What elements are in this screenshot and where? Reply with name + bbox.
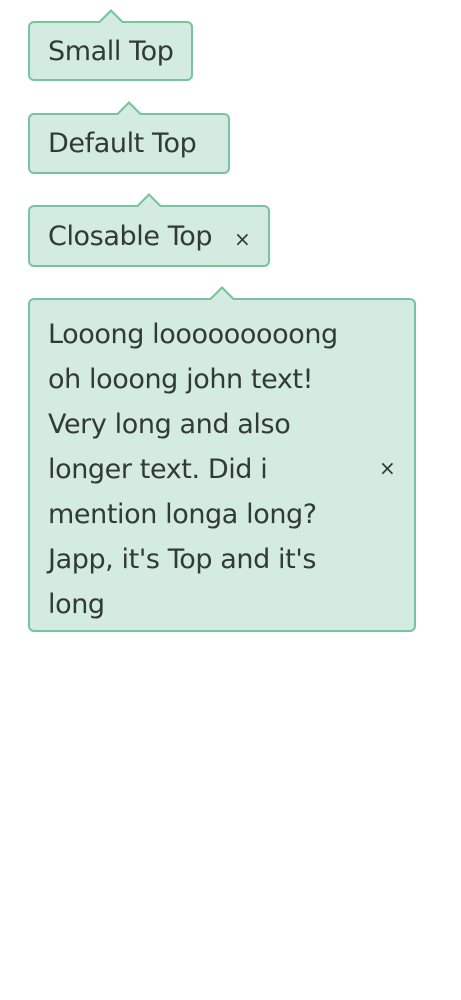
long-top-tooltip: Looong looooooooong oh looong john text!…: [28, 286, 416, 632]
closable-top-tooltip: Closable Top ×: [28, 193, 270, 267]
tooltip-text: Looong looooooooong oh looong john text!…: [48, 319, 338, 620]
tooltip-arrow: [97, 9, 125, 24]
tooltip-arrow: [208, 286, 236, 301]
default-top-tooltip: Default Top: [28, 101, 230, 174]
tooltip-text: Default Top: [48, 128, 197, 159]
tooltip-arrow: [135, 193, 163, 208]
tooltip-arrow: [115, 101, 143, 116]
small-top-tooltip: Small Top: [28, 9, 193, 81]
close-icon[interactable]: ×: [379, 458, 396, 478]
tooltip-text: Closable Top: [48, 221, 213, 252]
close-icon[interactable]: ×: [234, 229, 251, 249]
tooltip-text: Small Top: [48, 36, 174, 67]
